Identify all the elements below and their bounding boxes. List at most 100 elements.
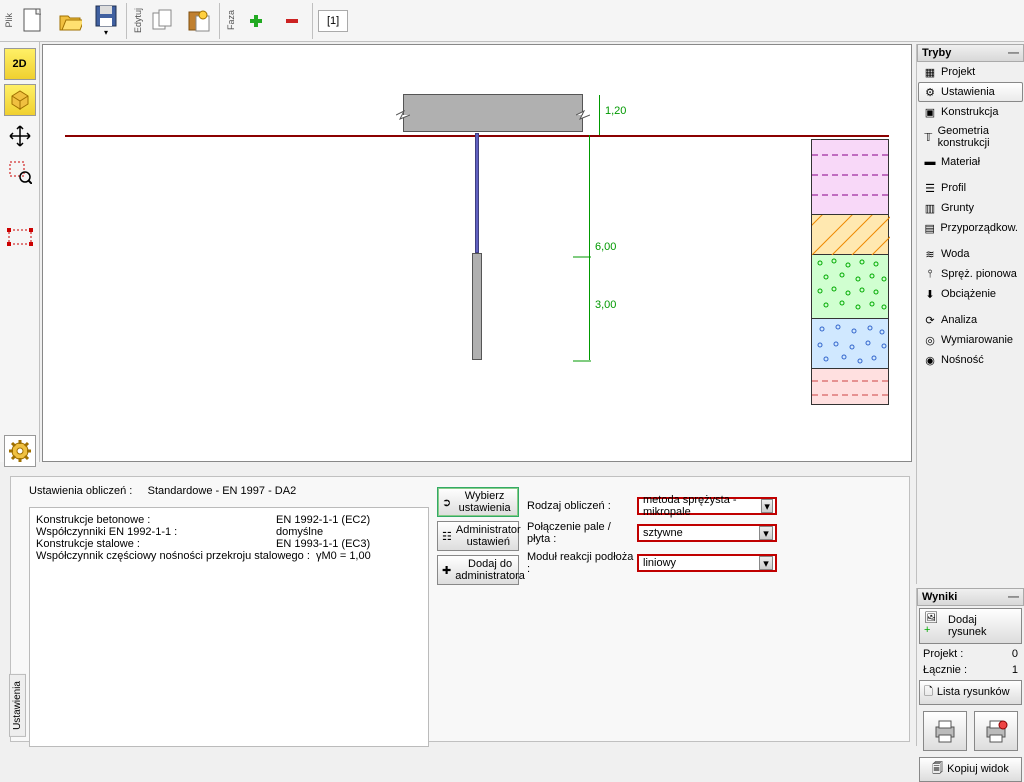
gear-icon bbox=[9, 440, 31, 462]
dim-line-2 bbox=[589, 135, 590, 360]
menu-phase[interactable]: Faza bbox=[224, 10, 238, 30]
minus-icon bbox=[280, 9, 304, 33]
menu-edit[interactable]: Edytuj bbox=[131, 8, 145, 33]
phase-remove-button[interactable] bbox=[275, 6, 309, 36]
tree-nosnosc[interactable]: ◉Nośność bbox=[918, 350, 1023, 370]
soil-layer-4 bbox=[811, 319, 889, 369]
copy-view-button[interactable]: 🗐Kopiuj widok bbox=[919, 757, 1022, 782]
print-color-button[interactable] bbox=[974, 711, 1018, 751]
water-icon: ≋ bbox=[923, 247, 937, 261]
soil-layer-3 bbox=[811, 255, 889, 319]
combo-modul[interactable]: liniowy▾ bbox=[637, 554, 777, 572]
settings-title-label: Ustawienia obliczeń : bbox=[29, 485, 132, 497]
open-button[interactable] bbox=[53, 6, 87, 36]
label-modul: Moduł reakcji podłoża : bbox=[527, 551, 637, 575]
modes-panel: Tryby— ▦Projekt ⚙Ustawienia ▣Konstrukcja… bbox=[916, 44, 1024, 584]
soil-layer-5 bbox=[811, 369, 889, 405]
new-doc-button[interactable] bbox=[17, 6, 51, 36]
bottom-panel: Ustawienia Ustawienia obliczeń : Standar… bbox=[10, 476, 910, 742]
plus-picture-icon: 🖼+ bbox=[924, 611, 944, 641]
project-icon: ▦ bbox=[923, 65, 937, 79]
printer-color-icon bbox=[983, 719, 1009, 743]
save-button[interactable]: ▾ bbox=[89, 1, 123, 40]
dim-tick bbox=[573, 253, 591, 261]
arrow-icon: ➲ bbox=[442, 496, 451, 508]
select-settings-button[interactable]: ➲Wybierz ustawienia bbox=[437, 487, 519, 517]
label-projekt: Projekt : bbox=[923, 648, 963, 660]
soils-icon: ▥ bbox=[923, 201, 937, 215]
print-button[interactable] bbox=[923, 711, 967, 751]
add-admin-button[interactable]: ✚Dodaj do administratora bbox=[437, 555, 519, 585]
soil-layer-2 bbox=[811, 215, 889, 255]
soil-layer-1 bbox=[811, 139, 889, 215]
label-polaczenie: Połączenie pale / płyta : bbox=[527, 521, 637, 545]
settings-title-value: Standardowe - EN 1997 - DA2 bbox=[148, 485, 297, 497]
tree-przyporz[interactable]: ▤Przyporządkow. bbox=[918, 218, 1023, 238]
dimensioning-icon: ◎ bbox=[923, 333, 937, 347]
modes-header: Tryby— bbox=[917, 44, 1024, 62]
combo-rodzaj[interactable]: metoda sprężysta - mikropale▾ bbox=[637, 497, 777, 515]
tab-ustawienia[interactable]: Ustawienia bbox=[9, 674, 26, 737]
printer-icon bbox=[932, 719, 958, 743]
profile-icon: ☰ bbox=[923, 181, 937, 195]
pile-base bbox=[472, 253, 482, 360]
tree-wymiarowanie[interactable]: ◎Wymiarowanie bbox=[918, 330, 1023, 350]
chevron-down-icon: ▾ bbox=[759, 526, 773, 540]
tree-konstrukcja[interactable]: ▣Konstrukcja bbox=[918, 102, 1023, 122]
sidebar-left: 2D bbox=[0, 42, 40, 462]
spring-icon: ⫯ bbox=[923, 267, 937, 281]
chevron-down-icon: ▾ bbox=[761, 499, 773, 513]
add-drawing-button[interactable]: 🖼+Dodaj rysunek bbox=[919, 608, 1022, 644]
results-header: Wyniki— bbox=[917, 588, 1024, 606]
chevron-down-icon: ▾ bbox=[759, 556, 773, 570]
gear-icon: ⚙ bbox=[923, 85, 937, 99]
combo-polaczenie[interactable]: sztywne▾ bbox=[637, 524, 777, 542]
phase-add-button[interactable] bbox=[239, 6, 273, 36]
collapse-icon[interactable]: — bbox=[1008, 591, 1019, 603]
material-icon: ▬ bbox=[923, 155, 937, 169]
cap-notch-left bbox=[396, 105, 410, 125]
plus-icon bbox=[244, 9, 268, 33]
pile-shaft bbox=[475, 133, 479, 253]
tree-material[interactable]: ▬Materiał bbox=[918, 152, 1023, 172]
list-icon: 🗋 bbox=[924, 683, 933, 702]
admin-settings-button[interactable]: ☷Administrator ustawień bbox=[437, 521, 519, 551]
tree-analiza[interactable]: ⟳Analiza bbox=[918, 310, 1023, 330]
tree-profil[interactable]: ☰Profil bbox=[918, 178, 1023, 198]
menu-file[interactable]: Plik bbox=[2, 13, 16, 28]
dim-label-3: 3,00 bbox=[595, 299, 616, 311]
tree-projekt[interactable]: ▦Projekt bbox=[918, 62, 1023, 82]
tree-woda[interactable]: ≋Woda bbox=[918, 244, 1023, 264]
copy-icon: 🗐 bbox=[932, 760, 943, 779]
admin-icon: ☷ bbox=[442, 530, 452, 542]
construction-icon: ▣ bbox=[923, 105, 937, 119]
dim-label-1: 1,20 bbox=[605, 105, 626, 117]
tree-geometria[interactable]: 𝕋Geometria konstrukcji bbox=[918, 122, 1023, 152]
collapse-icon[interactable]: — bbox=[1008, 47, 1019, 59]
cap-notch-right bbox=[576, 105, 590, 125]
label-total: Łącznie : bbox=[923, 664, 967, 676]
view-2d-button[interactable]: 2D bbox=[4, 48, 36, 80]
plus-icon: ✚ bbox=[442, 564, 451, 576]
select-tool-button[interactable] bbox=[4, 222, 36, 254]
phase-tab-1[interactable]: [1] bbox=[318, 10, 348, 32]
geometry-icon: 𝕋 bbox=[923, 130, 934, 144]
tree-ustawienia[interactable]: ⚙Ustawienia bbox=[918, 82, 1023, 102]
zoom-tool-button[interactable] bbox=[4, 156, 36, 188]
list-drawings-button[interactable]: 🗋Lista rysunków bbox=[919, 680, 1022, 705]
tree-obciazenie[interactable]: ⬇Obciążenie bbox=[918, 284, 1023, 304]
tree-sprez[interactable]: ⫯Spręż. pionowa bbox=[918, 264, 1023, 284]
viewport[interactable]: 1,20 6,00 3,00 bbox=[42, 44, 912, 462]
value-total: 1 bbox=[1012, 664, 1018, 676]
settings-gear-button[interactable] bbox=[4, 435, 36, 467]
view-3d-button[interactable] bbox=[4, 84, 36, 116]
label-rodzaj: Rodzaj obliczeń : bbox=[527, 500, 637, 512]
dim-label-2: 6,00 bbox=[595, 241, 616, 253]
paste-button[interactable] bbox=[182, 6, 216, 36]
tree-grunty[interactable]: ▥Grunty bbox=[918, 198, 1023, 218]
analysis-icon: ⟳ bbox=[923, 313, 937, 327]
copy-button[interactable] bbox=[146, 6, 180, 36]
toolbar-top: Plik ▾ Edytuj Faza [1] bbox=[0, 0, 1024, 42]
results-panel: Wyniki— 🖼+Dodaj rysunek Projekt :0 Łączn… bbox=[916, 588, 1024, 746]
move-tool-button[interactable] bbox=[4, 120, 36, 152]
